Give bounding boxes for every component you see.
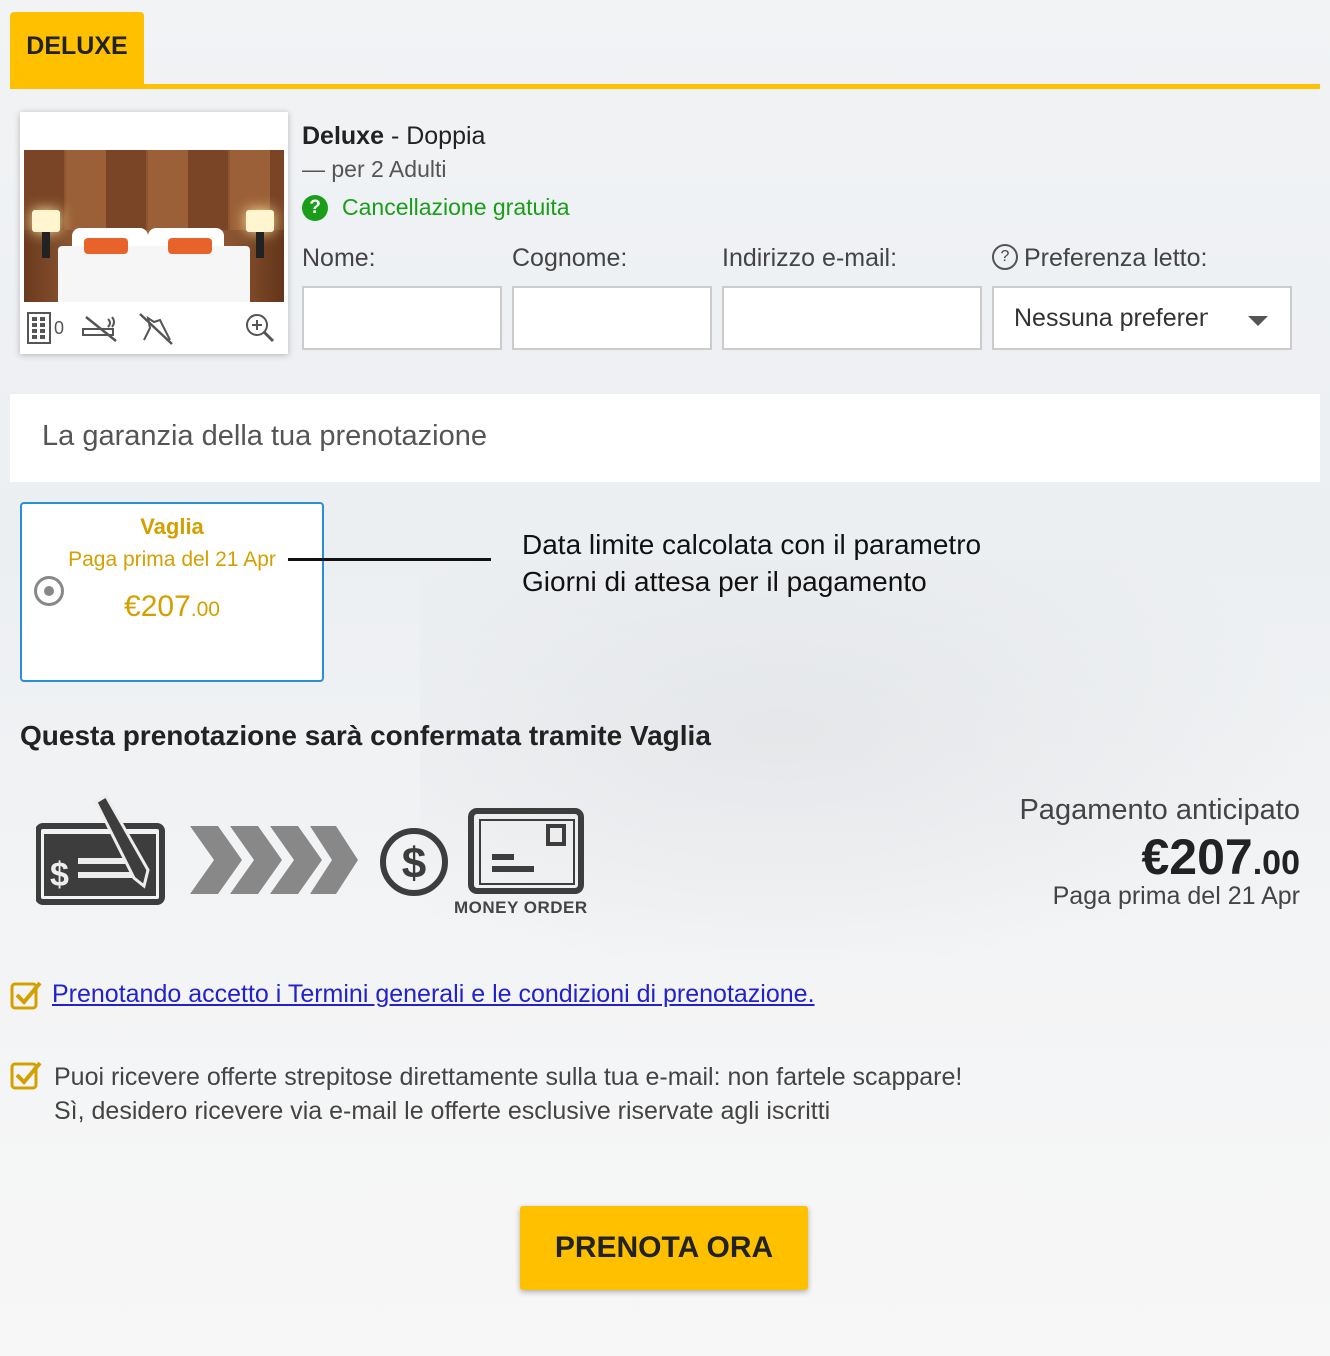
terms-link[interactable]: Prenotando accetto i Termini generali e … — [52, 980, 815, 1009]
no-smoking-icon — [80, 313, 120, 343]
arrows-icon — [190, 826, 358, 894]
room-name: Deluxe — [302, 122, 384, 150]
room-occupancy: — per 2 Adulti — [302, 156, 447, 182]
payment-option-deadline: Paga prima del 21 Apr — [68, 548, 276, 571]
advance-price-main: €207 — [1141, 829, 1253, 885]
last-name-label: Cognome: — [512, 244, 628, 272]
payment-option-price: €207.00 — [22, 590, 322, 624]
bed-pref-label: ? Preferenza letto: — [992, 244, 1207, 273]
building-icon — [26, 311, 52, 345]
tab-underline — [10, 84, 1320, 89]
first-name-input[interactable] — [302, 286, 502, 350]
dollar-coin-icon: $ — [380, 828, 448, 896]
help-icon[interactable]: ? — [992, 244, 1018, 271]
no-pets-icon — [136, 310, 176, 346]
terms-checkbox[interactable] — [10, 980, 42, 1010]
annotation-line-1: Data limite calcolata con il parametro — [522, 529, 982, 560]
newsletter-line-1: Puoi ricevere offerte strepitose diretta… — [54, 1063, 963, 1091]
advance-price-cents: .00 — [1252, 844, 1300, 882]
payment-option-card[interactable]: Vaglia Paga prima del 21 Apr €207.00 — [20, 502, 324, 682]
cancellation-label: Cancellazione gratuita — [342, 194, 570, 220]
confirmation-title: Questa prenotazione sarà confermata tram… — [20, 720, 711, 751]
question-circle-icon[interactable]: ? — [302, 194, 328, 221]
annotation-line — [288, 558, 491, 561]
room-type: - Doppia — [390, 122, 486, 150]
floor-count: 0 — [54, 317, 65, 338]
room-photo[interactable] — [24, 150, 284, 302]
check-pen-icon: $ — [36, 794, 165, 905]
annotation-text: Data limite calcolata con il parametro G… — [522, 526, 981, 600]
room-icons: 0 — [26, 308, 282, 348]
payment-price-cents: .00 — [190, 598, 220, 621]
last-name-input[interactable] — [512, 286, 712, 350]
advance-payment-deadline: Paga prima del 21 Apr — [1052, 882, 1300, 910]
guarantee-header: La garanzia della tua prenotazione — [10, 394, 1320, 482]
room-card: 0 — [20, 112, 288, 354]
email-input[interactable] — [722, 286, 982, 350]
money-order-label: MONEY ORDER — [454, 898, 588, 917]
money-order-icon — [468, 808, 584, 894]
first-name-label: Nome: — [302, 244, 376, 272]
zoom-icon[interactable] — [244, 312, 276, 344]
email-label: Indirizzo e-mail: — [722, 244, 898, 272]
newsletter-checkbox[interactable] — [10, 1060, 42, 1090]
bed-pref-select[interactable]: Nessuna preferenza — [992, 286, 1292, 350]
svg-text:$: $ — [50, 856, 69, 894]
annotation-line-2: Giorni di attesa per il pagamento — [522, 566, 927, 597]
svg-text:$: $ — [402, 839, 426, 888]
payment-option-name: Vaglia — [140, 514, 204, 539]
chevron-down-icon — [1248, 316, 1268, 326]
newsletter-text: Puoi ricevere offerte strepitose diretta… — [54, 1060, 962, 1128]
bed-pref-label-text: Preferenza letto: — [1024, 244, 1208, 272]
newsletter-line-2: Sì, desidero ricevere via e-mail le offe… — [54, 1097, 831, 1125]
room-title: Deluxe - Doppia — [302, 122, 485, 151]
advance-payment-label: Pagamento anticipato — [1019, 794, 1300, 826]
book-now-button[interactable]: PRENOTA ORA — [520, 1206, 808, 1290]
free-cancellation: ? Cancellazione gratuita — [302, 194, 570, 221]
tab-deluxe[interactable]: DELUXE — [10, 12, 144, 86]
guarantee-title: La garanzia della tua prenotazione — [42, 420, 487, 452]
advance-payment-price: €207.00 — [1142, 828, 1301, 886]
bed-pref-value: Nessuna preferenza — [1014, 303, 1208, 332]
payment-price-main: €207 — [124, 590, 191, 623]
